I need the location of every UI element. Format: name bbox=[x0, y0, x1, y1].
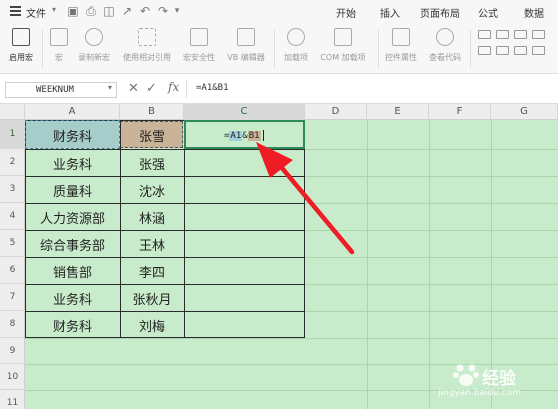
name-box[interactable]: WEEKNUM ▾ bbox=[5, 82, 117, 98]
enable-macros-icon bbox=[12, 28, 30, 46]
menu-bar: 文件 ▾ ▣ ⎙ ◫ ↗ ↶ ↷ ▾ 开始 插入 页面布局 公式 数据 bbox=[0, 0, 558, 24]
checkbox-control-icon[interactable] bbox=[478, 30, 491, 39]
chevron-down-icon[interactable]: ▾ bbox=[52, 5, 56, 14]
magnifier-icon bbox=[436, 28, 454, 46]
enable-macros-button[interactable]: 启用宏 bbox=[4, 26, 38, 72]
macro-security-button[interactable]: 宏安全性 bbox=[178, 26, 220, 72]
control-properties-button[interactable]: 控件属性 bbox=[380, 26, 422, 72]
hamburger-menu-icon[interactable] bbox=[10, 6, 21, 16]
button-control-icon[interactable] bbox=[496, 30, 509, 39]
ribbon-divider bbox=[42, 30, 43, 68]
cancel-icon[interactable]: ✕ bbox=[128, 81, 139, 96]
customize-chevron-icon[interactable]: ▾ bbox=[170, 4, 184, 18]
add-ins-button[interactable]: 加载项 bbox=[278, 26, 314, 72]
relative-reference-button[interactable]: 使用相对引用 bbox=[118, 26, 176, 72]
chevron-down-icon[interactable]: ▾ bbox=[108, 83, 112, 92]
formula-bar: WEEKNUM ▾ ✕ ✓ fx =A1&B1 bbox=[0, 74, 558, 104]
undo-icon[interactable]: ↶ bbox=[138, 4, 152, 18]
gear-icon bbox=[287, 28, 305, 46]
relative-reference-icon bbox=[138, 28, 156, 46]
baidu-jingyan-watermark: 经验 jingyan.baidu.com bbox=[430, 354, 558, 404]
macro-button[interactable]: 宏 bbox=[46, 26, 72, 72]
arrow-shaft bbox=[269, 153, 355, 255]
macro-icon bbox=[50, 28, 68, 46]
developer-ribbon: 启用宏 宏 录制新宏 使用相对引用 宏安全性 VB 编辑器 加载项 COM 加载… bbox=[0, 24, 558, 74]
ribbon-divider bbox=[378, 30, 379, 68]
file-menu[interactable]: 文件 bbox=[26, 5, 46, 20]
print-preview-icon[interactable]: ◫ bbox=[102, 4, 116, 18]
combobox-control-icon[interactable] bbox=[496, 46, 509, 55]
vb-editor-icon bbox=[237, 28, 255, 46]
ribbon-divider bbox=[470, 30, 471, 68]
tab-formulas[interactable]: 公式 bbox=[478, 5, 498, 20]
security-icon bbox=[190, 28, 208, 46]
export-icon[interactable]: ↗ bbox=[120, 4, 134, 18]
control-properties-icon bbox=[392, 28, 410, 46]
tab-home[interactable]: 开始 bbox=[336, 5, 356, 20]
redo-icon[interactable]: ↷ bbox=[156, 4, 170, 18]
com-add-ins-button[interactable]: COM 加载项 bbox=[314, 26, 372, 72]
paw-logo-icon bbox=[453, 364, 479, 386]
formula-input[interactable]: =A1&B1 bbox=[196, 83, 229, 93]
spreadsheet-grid[interactable]: A B C D E F G 1 2 3 4 5 6 7 8 9 10 11 财务… bbox=[0, 104, 558, 409]
confirm-check-icon[interactable]: ✓ bbox=[146, 81, 157, 96]
vb-editor-button[interactable]: VB 编辑器 bbox=[222, 26, 270, 72]
name-box-value: WEEKNUM bbox=[36, 85, 74, 95]
frame-control-icon[interactable] bbox=[532, 30, 545, 39]
print-icon[interactable]: ⎙ bbox=[84, 4, 98, 18]
tab-page-layout[interactable]: 页面布局 bbox=[420, 5, 460, 20]
textbox-control-icon[interactable] bbox=[514, 46, 527, 55]
label-control-icon[interactable] bbox=[514, 30, 527, 39]
tab-insert[interactable]: 插入 bbox=[380, 5, 400, 20]
record-macro-button[interactable]: 录制新宏 bbox=[74, 26, 114, 72]
view-code-button[interactable]: 查看代码 bbox=[424, 26, 466, 72]
save-icon[interactable]: ▣ bbox=[66, 4, 80, 18]
watermark-text: 经验 bbox=[482, 369, 516, 389]
watermark-url: jingyan.baidu.com bbox=[438, 388, 522, 398]
listbox-control-icon[interactable] bbox=[478, 46, 491, 55]
insert-function-icon[interactable]: fx bbox=[168, 80, 179, 94]
ribbon-divider bbox=[274, 30, 275, 68]
scrollbar-control-icon[interactable] bbox=[532, 46, 545, 55]
record-icon bbox=[85, 28, 103, 46]
formula-divider bbox=[186, 80, 187, 98]
tab-data[interactable]: 数据 bbox=[524, 5, 544, 20]
com-add-in-icon bbox=[334, 28, 352, 46]
